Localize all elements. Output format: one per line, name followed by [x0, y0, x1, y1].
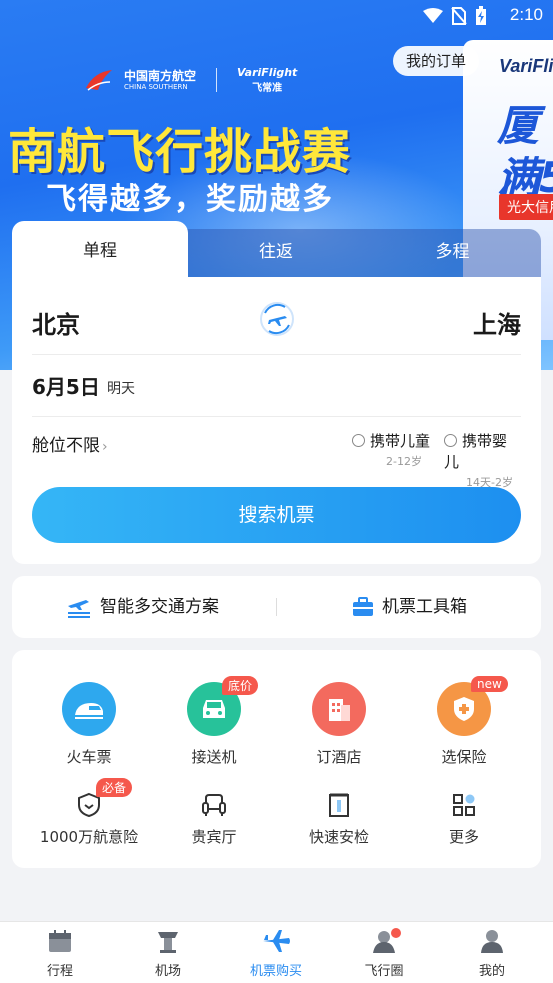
tools-divider — [276, 598, 277, 616]
service-train[interactable]: 火车票 — [34, 682, 144, 767]
tab-round-trip[interactable]: 往返 — [188, 229, 364, 279]
logo-separator — [216, 68, 218, 92]
date-relative: 明天 — [107, 381, 135, 397]
service-flight-insurance[interactable]: 必备 1000万航意险 — [34, 778, 144, 847]
status-bar: 2:10 — [0, 0, 553, 32]
grid-icon — [449, 790, 479, 820]
security-gate-icon — [324, 790, 354, 820]
nav-itinerary-label: 行程 — [46, 964, 73, 979]
date-row[interactable]: 6月5日 明天 — [32, 357, 521, 417]
with-child-label: 携带儿童 — [370, 432, 431, 450]
services-grid: 火车票 底价 接送机 订酒店 new 选保险 必备 1000万航意险 贵宾厅 快… — [12, 650, 541, 868]
banner-title: 南航飞行挑战赛 — [8, 124, 352, 180]
tab-one-way[interactable]: 单程 — [12, 221, 188, 279]
flight-insurance-label: 1000万航意险 — [39, 828, 139, 846]
plane-train-icon — [68, 600, 90, 618]
clock: 2:10 — [509, 5, 543, 24]
nav-airport[interactable]: 机场 — [128, 928, 208, 979]
variflight-cn: 飞常准 — [252, 83, 283, 94]
side-card-tag: 光大信用 — [499, 194, 553, 220]
cabin-row: 舱位不限 › 携带儿童 2-12岁 携带婴儿 14天-2岁 — [32, 419, 521, 489]
with-infant-option[interactable]: 携带婴儿 14天-2岁 — [444, 430, 521, 490]
booking-card: 北京 上海 6月5日 明天 舱位不限 › 携带儿童 2-12岁 携带婴儿 14天-… — [12, 277, 541, 564]
wifi-icon — [423, 8, 443, 23]
tab-multi-city[interactable]: 多程 — [364, 229, 541, 279]
departure-city[interactable]: 北京 — [32, 305, 80, 340]
banner-subtitle: 飞得越多，奖励越多 — [46, 182, 334, 217]
user-icon — [481, 930, 503, 953]
radio-infant[interactable] — [444, 434, 457, 447]
fast-security-label: 快速安检 — [308, 828, 369, 846]
chevron-right-icon: › — [102, 439, 108, 455]
notification-dot — [391, 928, 401, 938]
toolbox-icon — [353, 597, 373, 616]
service-hotel[interactable]: 订酒店 — [284, 682, 394, 767]
variflight-en: VariFlight — [237, 66, 298, 79]
service-vip-lounge[interactable]: 贵宾厅 — [159, 790, 269, 847]
no-sim-icon — [451, 7, 467, 25]
with-child-option[interactable]: 携带儿童 2-12岁 — [352, 430, 430, 469]
swap-cities-icon[interactable] — [259, 301, 295, 337]
city-row: 北京 上海 — [32, 297, 521, 355]
my-orders-button[interactable]: 我的订单 — [393, 46, 480, 76]
cabin-class-label: 舱位不限 — [32, 436, 100, 456]
battery-icon — [476, 6, 486, 25]
new-badge: new — [471, 676, 508, 692]
cabin-class-selector[interactable]: 舱位不限 › — [32, 431, 108, 456]
trip-type-tabs: 单程 往返 多程 — [12, 221, 541, 279]
insurance-label: 选保险 — [441, 748, 487, 766]
train-label: 火车票 — [66, 748, 112, 766]
radio-child[interactable] — [352, 434, 365, 447]
calendar-icon — [49, 930, 71, 952]
china-southern-en: CHINA SOUTHERN — [124, 82, 188, 91]
control-tower-icon — [158, 932, 178, 953]
banner-logos: 中国南方航空 CHINA SOUTHERN VariFlight 飞常准 — [84, 66, 297, 94]
nav-profile-label: 我的 — [478, 964, 505, 979]
service-fast-security[interactable]: 快速安检 — [284, 790, 394, 847]
arrival-city[interactable]: 上海 — [473, 305, 521, 340]
nav-airport-label: 机场 — [154, 964, 181, 979]
train-icon — [62, 682, 116, 736]
search-flights-button[interactable]: 搜索机票 — [32, 487, 521, 543]
hotel-label: 订酒店 — [316, 748, 362, 766]
service-insurance[interactable]: new 选保险 — [409, 676, 519, 767]
multi-transport-button[interactable]: 智能多交通方案 — [66, 576, 219, 638]
china-southern-cn: 中国南方航空 — [124, 68, 197, 83]
hotel-icon — [312, 682, 366, 736]
toolbox-button[interactable]: 机票工具箱 — [352, 576, 467, 638]
china-southern-logo-icon — [86, 70, 112, 91]
nav-itinerary[interactable]: 行程 — [20, 928, 100, 979]
airplane-icon — [263, 930, 290, 952]
child-age-range: 2-12岁 — [386, 455, 423, 468]
vip-lounge-label: 贵宾厅 — [191, 828, 237, 846]
nav-buy-tickets[interactable]: 机票购买 — [236, 928, 316, 979]
lowest-price-badge: 底价 — [222, 676, 259, 695]
airport-transfer-label: 接送机 — [191, 748, 237, 766]
nav-profile[interactable]: 我的 — [452, 928, 532, 979]
must-have-badge: 必备 — [96, 778, 133, 797]
nav-flight-circle[interactable]: 飞行圈 — [344, 928, 424, 979]
nav-flight-circle-label: 飞行圈 — [364, 964, 404, 979]
service-more[interactable]: 更多 — [409, 790, 519, 847]
multi-transport-label: 智能多交通方案 — [100, 597, 219, 617]
departure-date[interactable]: 6月5日 — [32, 371, 100, 400]
service-airport-transfer[interactable]: 底价 接送机 — [159, 676, 269, 767]
more-label: 更多 — [448, 828, 479, 846]
tools-bar: 智能多交通方案 机票工具箱 — [12, 576, 541, 638]
bottom-nav: 行程 机场 机票购买 飞行圈 我的 — [0, 921, 553, 983]
sofa-icon — [199, 790, 229, 820]
toolbox-label: 机票工具箱 — [382, 597, 467, 617]
nav-buy-tickets-label: 机票购买 — [249, 964, 302, 979]
side-card-brand: VariFligh — [499, 56, 553, 76]
